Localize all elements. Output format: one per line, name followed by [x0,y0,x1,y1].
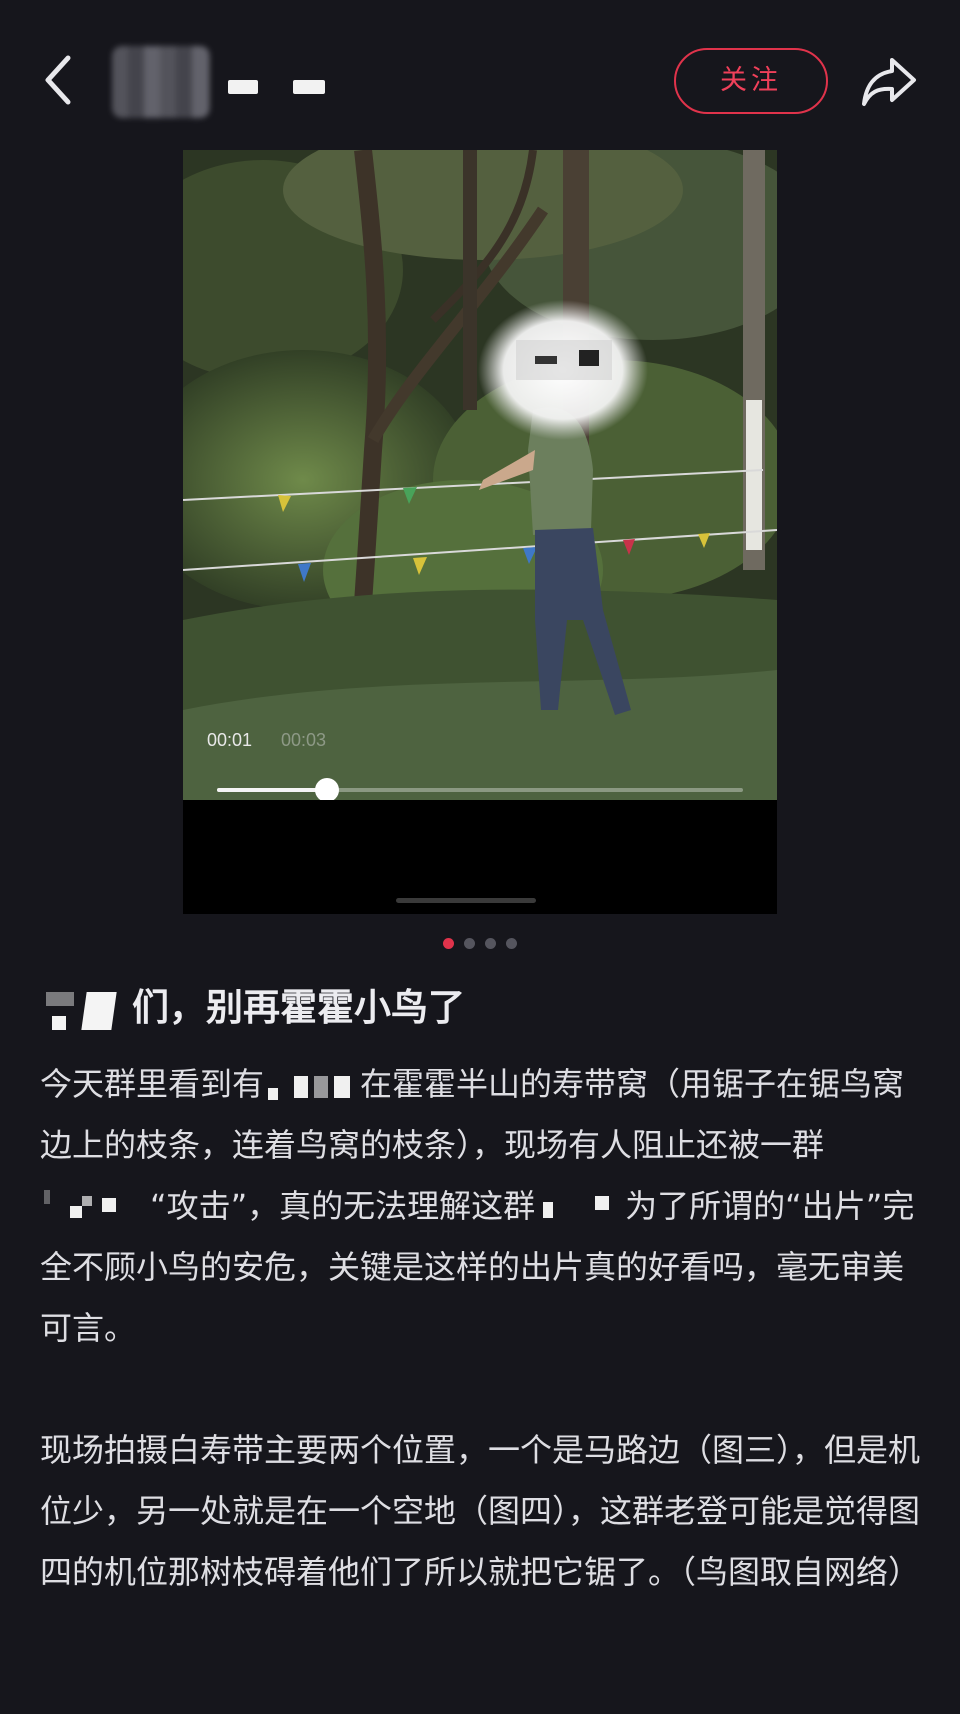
post-body: 今天群里看到有 在霍霍半山的寿带窝（用锯子在锯鸟窝边上的枝条，连着鸟窝的枝条），现… [40,1054,930,1603]
follow-button[interactable]: 关注 [674,48,828,114]
username-redacted[interactable] [293,80,325,94]
page-dot-active [443,938,454,949]
video-progress-bar[interactable] [217,778,743,800]
paragraph-text: 今天群里看到有 [40,1065,265,1103]
post-paragraph: 现场拍摄白寿带主要两个位置，一个是马路边（图三），但是机位少，另一处就是在一个空… [40,1431,921,1591]
post-title: 们，别再霍霍小鸟了 [40,978,920,1038]
avatar[interactable] [112,46,210,118]
media-drag-handle[interactable] [396,898,536,903]
top-bar: 关注 [0,0,960,160]
video-letterbox [183,800,777,914]
post-title-text: 们，别再霍霍小鸟了 [132,986,465,1029]
video-scrub-handle[interactable] [315,778,340,800]
carousel-page-indicator [0,938,960,949]
page-dot [464,938,475,949]
redacted-text [40,1188,150,1228]
paragraph-text: “攻击”，真的无法理解这群 [150,1187,536,1225]
post-media-carousel[interactable]: 00:01 00:03 [183,150,777,914]
chevron-left-icon [45,55,71,105]
video-frame[interactable]: 00:01 00:03 [183,150,777,800]
video-progress-fill [217,788,328,792]
redacted-text [535,1188,625,1228]
title-redacted-word [40,984,128,1036]
redacted-text [264,1066,360,1106]
page-dot [485,938,496,949]
video-current-time: 00:01 [207,730,253,750]
username-redacted[interactable] [228,80,258,94]
share-arrow-icon [862,58,916,106]
video-still-image [183,150,777,800]
page-dot [506,938,517,949]
post-paragraph: 今天群里看到有 在霍霍半山的寿带窝（用锯子在锯鸟窝边上的枝条，连着鸟窝的枝条），现… [40,1054,930,1359]
back-button[interactable] [36,50,80,110]
video-total-time: 00:03 [281,730,327,750]
share-button[interactable] [858,50,920,112]
